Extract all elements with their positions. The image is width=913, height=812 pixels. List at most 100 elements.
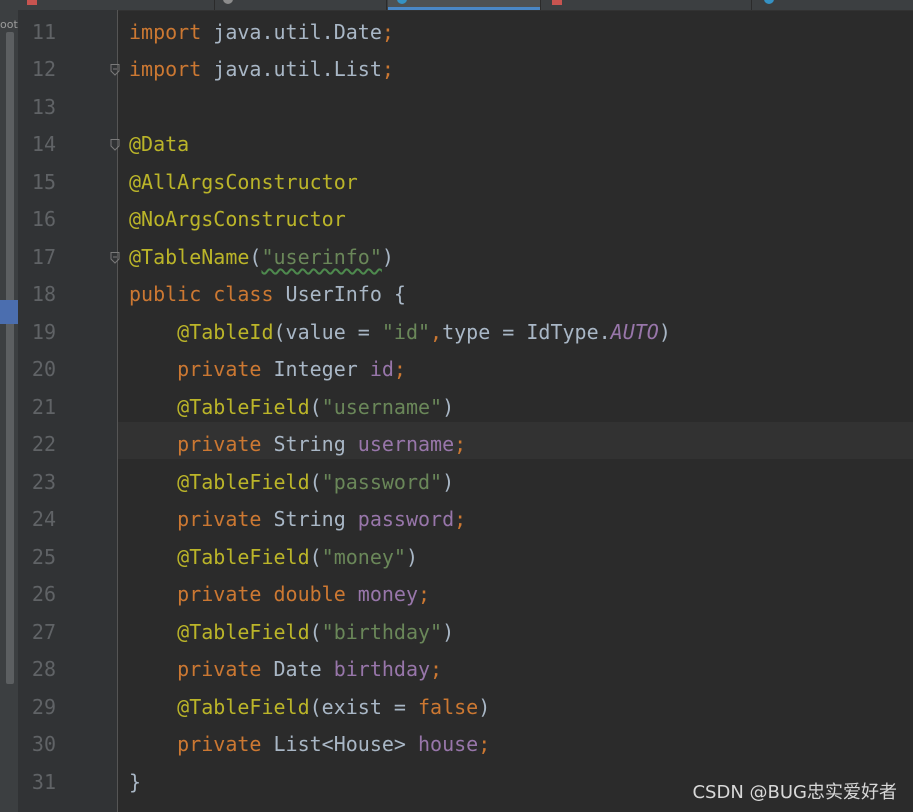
annotation-token: @TableName	[129, 245, 250, 269]
annotation-token: @TableField	[177, 620, 310, 644]
annotation-token: @TableField	[177, 395, 310, 419]
code-line-17[interactable]: @TableName("userinfo")	[129, 239, 394, 276]
code-line-26[interactable]: private double money;	[129, 576, 430, 613]
code-line-21[interactable]: @TableField("username")	[129, 389, 454, 426]
type-token: String	[273, 507, 358, 531]
semicolon-token: ;	[393, 357, 406, 381]
paren-token: (	[309, 470, 322, 494]
semicolon-token: ;	[381, 57, 394, 81]
watermark-text: CSDN @BUG忠实爱好者	[692, 782, 897, 803]
editor-tab[interactable]	[18, 0, 215, 10]
line-number: 17	[31, 245, 56, 269]
code-line-11[interactable]: import java.util.Date;	[129, 14, 394, 51]
class-file-icon	[764, 0, 774, 4]
paren-token: (	[309, 545, 322, 569]
tab-label-hidden	[569, 0, 679, 2]
annotation-token: @TableId	[177, 320, 274, 344]
type-token: Date	[273, 657, 334, 681]
line-number: 21	[31, 395, 56, 419]
string-token: "id"	[381, 320, 431, 344]
code-line-18[interactable]: public class UserInfo {	[129, 276, 406, 313]
line-number: 26	[31, 582, 56, 606]
field-token: id	[369, 357, 394, 381]
semicolon-token: ;	[430, 657, 443, 681]
code-line-15[interactable]: @AllArgsConstructor	[129, 164, 358, 201]
type-token: Integer	[273, 357, 370, 381]
line-number: 16	[31, 207, 56, 231]
field-token: money	[357, 582, 419, 606]
project-selected-item[interactable]	[0, 300, 18, 324]
editor-tab[interactable]	[214, 0, 387, 10]
code-editor[interactable]: import java.util.Date; import java.util.…	[118, 10, 913, 812]
editor-tab[interactable]	[755, 0, 913, 10]
string-token: "userinfo"	[261, 245, 382, 269]
line-number: 31	[31, 770, 56, 794]
line-number: 29	[31, 695, 56, 719]
tab-label-hidden	[781, 0, 891, 2]
line-number: 30	[31, 732, 56, 756]
code-line-27[interactable]: @TableField("birthday")	[129, 614, 454, 651]
line-number: 14	[31, 132, 56, 156]
code-line-23[interactable]: @TableField("password")	[129, 464, 454, 501]
keyword-token: import	[129, 57, 202, 81]
string-token: "money"	[321, 545, 406, 569]
keyword-token: private	[177, 507, 274, 531]
project-tool-strip: oot	[0, 10, 18, 812]
annotation-token: @Data	[129, 132, 190, 156]
paren-token: )	[442, 470, 455, 494]
line-number: 11	[31, 20, 56, 44]
editor-tab[interactable]	[543, 0, 752, 10]
line-number: 24	[31, 507, 56, 531]
line-number: 19	[31, 320, 56, 344]
project-scrollbar[interactable]	[6, 32, 14, 684]
code-line-22[interactable]: private String username;	[129, 426, 466, 463]
code-line-19[interactable]: @TableId(value = "id",type = IdType.AUTO…	[129, 314, 671, 351]
code-line-16[interactable]: @NoArgsConstructor	[129, 201, 346, 238]
annotation-token: @TableField	[177, 470, 310, 494]
semicolon-token: ;	[478, 732, 491, 756]
type-token: List<House>	[273, 732, 418, 756]
line-number-gutter[interactable]: 11 12 13 14 15 16 17 18 19 20 21 22 23 2…	[18, 10, 120, 812]
annotation-token: @TableField	[177, 695, 310, 719]
code-line-31[interactable]: }	[129, 764, 141, 801]
paren-token: )	[442, 620, 455, 644]
class-file-icon	[397, 0, 407, 4]
paren-token: )	[658, 320, 671, 344]
paren-token: )	[381, 245, 394, 269]
code-line-24[interactable]: private String password;	[129, 501, 466, 538]
paren-token: (	[249, 245, 262, 269]
keyword-token: import	[129, 20, 202, 44]
line-number: 18	[31, 282, 56, 306]
semicolon-token: ;	[454, 507, 467, 531]
code-line-25[interactable]: @TableField("money")	[129, 539, 418, 576]
line-number: 22	[31, 432, 56, 456]
code-line-20[interactable]: private Integer id;	[129, 351, 406, 388]
brace-token: }	[129, 770, 142, 794]
interface-file-icon	[223, 0, 233, 4]
string-token: "username"	[321, 395, 443, 419]
keyword-token: private	[177, 732, 274, 756]
type-token: String	[273, 432, 358, 456]
primitive-type-token: double	[273, 582, 358, 606]
annotation-token: @AllArgsConstructor	[129, 170, 358, 194]
tab-label-hidden	[240, 0, 350, 2]
editor-tab-active[interactable]	[388, 0, 541, 10]
line-number: 20	[31, 357, 56, 381]
line-number: 23	[31, 470, 56, 494]
enum-constant-token: AUTO	[610, 320, 659, 344]
semicolon-token: ;	[418, 582, 431, 606]
code-line-29[interactable]: @TableField(exist = false)	[129, 689, 490, 726]
line-number: 25	[31, 545, 56, 569]
keyword-token: false	[418, 695, 479, 719]
paren-token: )	[405, 545, 419, 569]
import-path-token: java.util.Date	[201, 20, 382, 44]
keyword-token: private	[177, 657, 274, 681]
code-line-12[interactable]: import java.util.List;	[129, 51, 394, 88]
field-token: birthday	[333, 657, 431, 681]
code-line-30[interactable]: private List<House> house;	[129, 726, 490, 763]
keyword-token: public class	[129, 282, 286, 306]
code-line-14[interactable]: @Data	[129, 126, 189, 163]
tab-label-hidden	[414, 0, 524, 2]
code-line-28[interactable]: private Date birthday;	[129, 651, 442, 688]
field-token: house	[418, 732, 479, 756]
